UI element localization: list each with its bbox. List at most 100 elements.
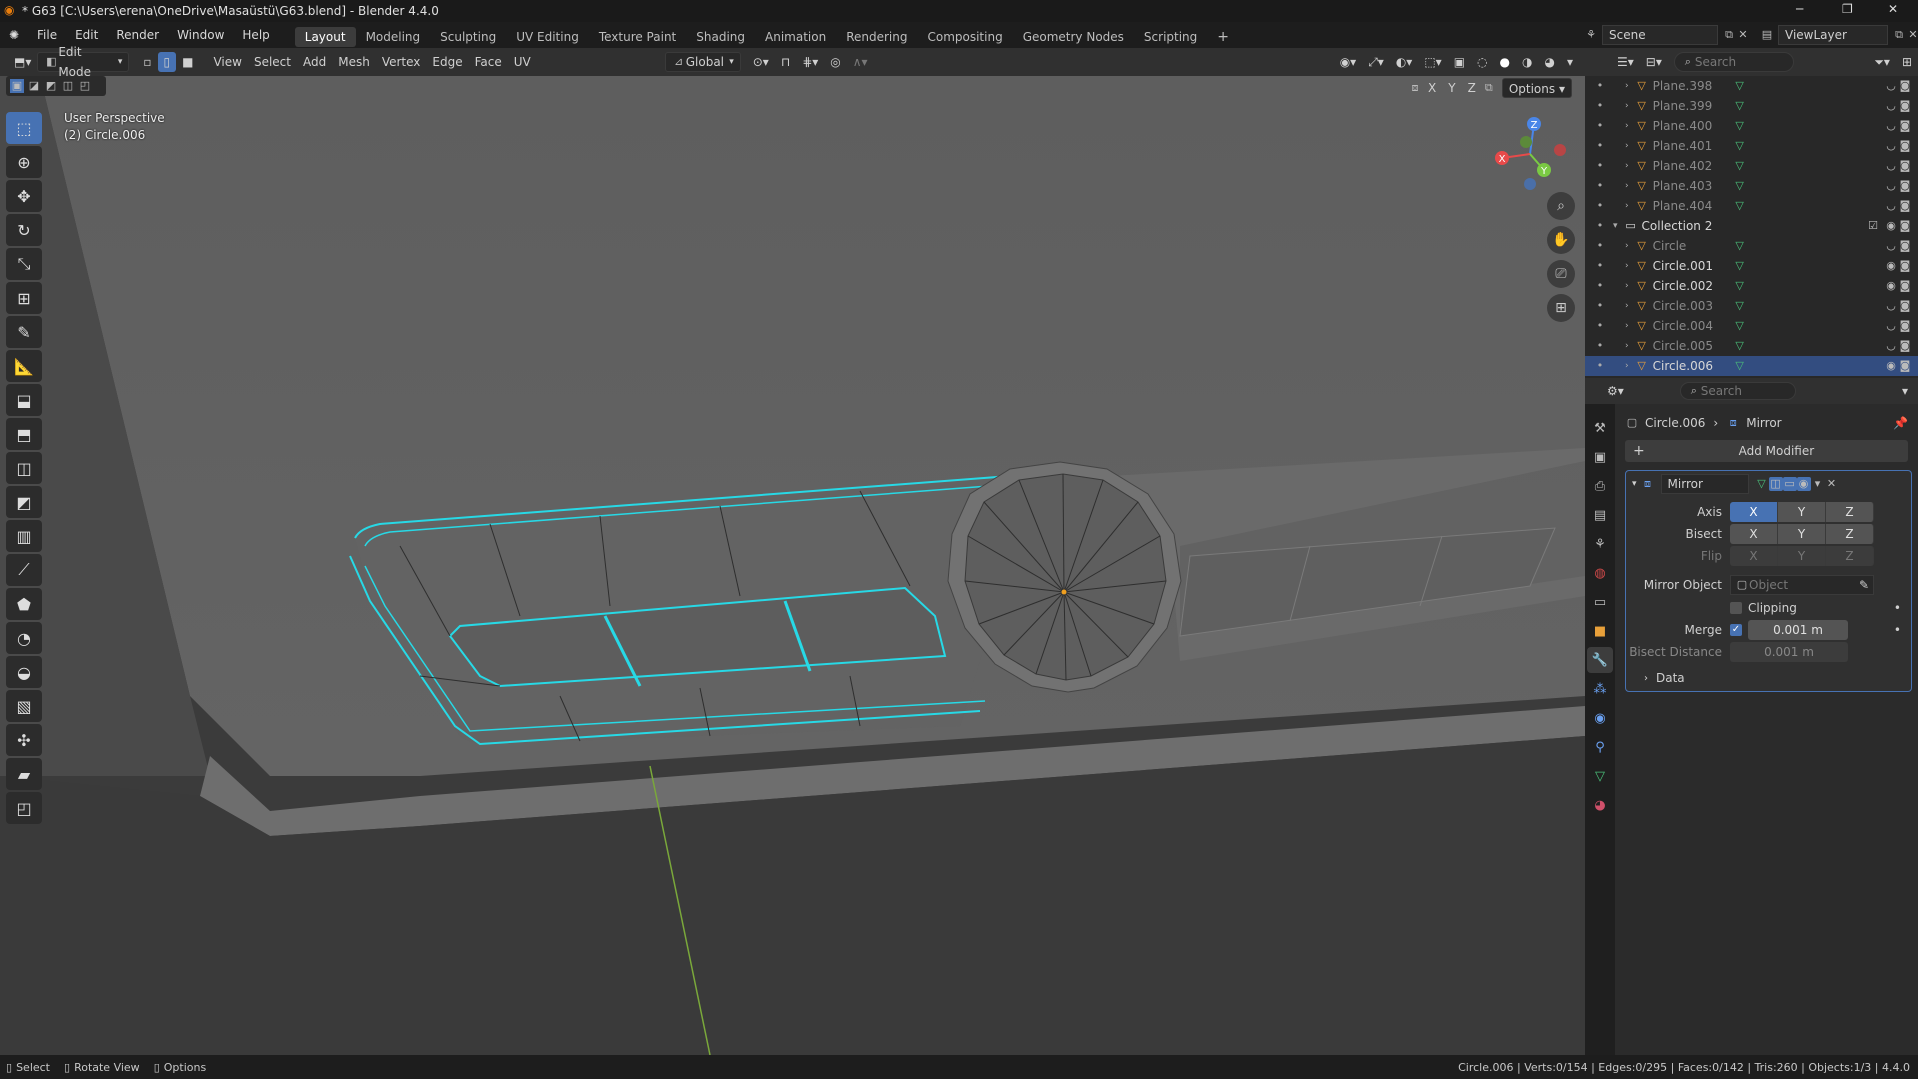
snap-target-icon[interactable]: ⋕▾ bbox=[796, 52, 824, 72]
camera-render-icon[interactable]: ◙ bbox=[1898, 339, 1912, 353]
overlay-toggle-icon[interactable]: ◐▾ bbox=[1390, 52, 1419, 72]
falloff-icon[interactable]: ∧▾ bbox=[847, 52, 874, 72]
new-viewlayer-icon[interactable]: ⧉ bbox=[1892, 28, 1906, 42]
tab-layout[interactable]: Layout bbox=[294, 26, 356, 47]
new-collection-icon[interactable]: ⊞ bbox=[1896, 52, 1918, 72]
add-cube-tool-icon[interactable]: ⬓ bbox=[6, 384, 42, 416]
cursor-tool-icon[interactable]: ⊕ bbox=[6, 146, 42, 178]
camera-render-icon[interactable]: ◙ bbox=[1898, 159, 1912, 173]
bisect-distance-field[interactable]: 0.001 m bbox=[1730, 642, 1848, 662]
blender-menu-icon[interactable]: ✺ bbox=[0, 28, 28, 42]
menu-mesh[interactable]: Mesh bbox=[332, 52, 376, 72]
poly-build-tool-icon[interactable]: ⬟ bbox=[6, 588, 42, 620]
object-tab-icon[interactable]: ■ bbox=[1587, 618, 1613, 644]
output-tab-icon[interactable]: ⎙ bbox=[1587, 473, 1613, 499]
constraints-tab-icon[interactable]: ⚲ bbox=[1587, 734, 1613, 760]
clipping-checkbox[interactable] bbox=[1730, 602, 1742, 614]
display-mode-icon[interactable]: ⊟▾ bbox=[1640, 52, 1668, 72]
menu-view[interactable]: View bbox=[207, 52, 247, 72]
flip-z-toggle[interactable]: Z bbox=[1826, 546, 1874, 566]
expand-chevron-icon[interactable]: ▾ bbox=[1613, 221, 1618, 231]
expand-chevron-icon[interactable]: › bbox=[1625, 181, 1629, 191]
on-cage-toggle-icon[interactable]: ◫ bbox=[1768, 477, 1783, 491]
viewlayer-name[interactable]: ViewLayer bbox=[1778, 25, 1888, 45]
mode-selector[interactable]: ◧ Edit Mode ▾ bbox=[37, 45, 130, 79]
outliner-row[interactable]: • › ▽ Circle ▽ ◡ ◙ bbox=[1585, 236, 1918, 256]
outliner-row[interactable]: • › ▽ Circle.001 ▽ ◉ ◙ bbox=[1585, 256, 1918, 276]
options-button[interactable]: Options ▾ bbox=[1501, 78, 1572, 98]
outliner-row[interactable]: • › ▽ Plane.398 ▽ ◡ ◙ bbox=[1585, 76, 1918, 96]
spin-tool-icon[interactable]: ◔ bbox=[6, 622, 42, 654]
render-tab-icon[interactable]: ▣ bbox=[1587, 444, 1613, 470]
shrink-fatten-tool-icon[interactable]: ✣ bbox=[6, 724, 42, 756]
outliner-row[interactable]: • › ▽ Plane.403 ▽ ◡ ◙ bbox=[1585, 176, 1918, 196]
3d-viewport[interactable]: User Perspective (2) Circle.006 ⧈ X Y Z … bbox=[0, 76, 1585, 1055]
shear-tool-icon[interactable]: ▰ bbox=[6, 758, 42, 790]
maximize-icon[interactable]: ❐ bbox=[1842, 2, 1853, 16]
viewport-toggle-icon[interactable]: ▭ bbox=[1782, 477, 1797, 491]
delete-viewlayer-icon[interactable]: ✕ bbox=[1906, 28, 1918, 42]
data-subpanel[interactable]: › Data bbox=[1626, 667, 1911, 689]
mirror-x-button[interactable]: X bbox=[1422, 78, 1442, 98]
scene-selector[interactable]: ⚘ Scene ⧉ ✕ bbox=[1584, 25, 1750, 45]
eye-icon[interactable]: ◡ bbox=[1884, 199, 1898, 213]
visibility-icon[interactable]: ◉▾ bbox=[1334, 52, 1363, 72]
eye-icon[interactable]: ◡ bbox=[1884, 339, 1898, 353]
expand-chevron-icon[interactable]: › bbox=[1625, 341, 1629, 351]
gizmo-neg-z-icon[interactable] bbox=[1524, 178, 1536, 190]
gizmo-neg-x-icon[interactable] bbox=[1554, 144, 1566, 156]
axis-x-toggle[interactable]: X bbox=[1730, 502, 1778, 522]
axis-z-toggle[interactable]: Z bbox=[1826, 502, 1874, 522]
menu-add[interactable]: Add bbox=[297, 52, 332, 72]
editor-type-icon[interactable]: ⬒▾ bbox=[8, 52, 37, 72]
outliner-row[interactable]: • › ▽ Plane.400 ▽ ◡ ◙ bbox=[1585, 116, 1918, 136]
rotate-tool-icon[interactable]: ↻ bbox=[6, 214, 42, 246]
menu-select[interactable]: Select bbox=[248, 52, 297, 72]
tab-geometry-nodes[interactable]: Geometry Nodes bbox=[1013, 27, 1134, 47]
knife-tool-icon[interactable]: ⟋ bbox=[6, 554, 42, 586]
camera-render-icon[interactable]: ◙ bbox=[1898, 299, 1912, 313]
loop-cut-tool-icon[interactable]: ▥ bbox=[6, 520, 42, 552]
exclude-checkbox-icon[interactable]: ☑ bbox=[1866, 219, 1880, 233]
expand-chevron-icon[interactable]: › bbox=[1625, 361, 1629, 371]
eye-icon[interactable]: ◉ bbox=[1884, 279, 1898, 293]
properties-search[interactable]: ⌕ Search bbox=[1679, 382, 1796, 400]
select-intersect-icon[interactable]: ◰ bbox=[78, 79, 92, 93]
menu-help[interactable]: Help bbox=[233, 22, 278, 48]
transform-tool-icon[interactable]: ⊞ bbox=[6, 282, 42, 314]
wireframe-shading-icon[interactable]: ◌ bbox=[1471, 52, 1493, 72]
modifier-tab-icon[interactable]: 🔧 bbox=[1587, 647, 1613, 673]
expand-chevron-icon[interactable]: › bbox=[1625, 321, 1629, 331]
eye-icon[interactable]: ◡ bbox=[1884, 179, 1898, 193]
edge-select-icon[interactable]: ▯ bbox=[157, 52, 177, 72]
expand-chevron-icon[interactable]: › bbox=[1625, 101, 1629, 111]
add-modifier-button[interactable]: + Add Modifier bbox=[1625, 440, 1908, 462]
remove-modifier-icon[interactable]: ✕ bbox=[1825, 477, 1839, 491]
view-layer-tab-icon[interactable]: ▤ bbox=[1587, 502, 1613, 528]
expand-chevron-icon[interactable]: › bbox=[1625, 121, 1629, 131]
camera-render-icon[interactable]: ◙ bbox=[1898, 239, 1912, 253]
tab-shading[interactable]: Shading bbox=[686, 27, 755, 47]
solid-shading-icon[interactable]: ● bbox=[1494, 52, 1516, 72]
bisect-y-toggle[interactable]: Y bbox=[1778, 524, 1826, 544]
bevel-tool-icon[interactable]: ◩ bbox=[6, 486, 42, 518]
outliner-row[interactable]: • › ▽ Circle.006 ▽ ◉ ◙ bbox=[1585, 356, 1918, 376]
physics-tab-icon[interactable]: ◉ bbox=[1587, 705, 1613, 731]
select-invert-icon[interactable]: ◫ bbox=[61, 79, 75, 93]
expand-chevron-icon[interactable]: › bbox=[1625, 161, 1629, 171]
menu-face[interactable]: Face bbox=[469, 52, 508, 72]
camera-render-icon[interactable]: ◙ bbox=[1898, 259, 1912, 273]
properties-editor-type-icon[interactable]: ⚙▾ bbox=[1601, 381, 1630, 401]
inset-tool-icon[interactable]: ◫ bbox=[6, 452, 42, 484]
flip-y-toggle[interactable]: Y bbox=[1778, 546, 1826, 566]
pan-hand-icon[interactable]: ✋ bbox=[1547, 226, 1575, 254]
close-icon[interactable]: ✕ bbox=[1888, 2, 1898, 16]
scene-name[interactable]: Scene bbox=[1602, 25, 1718, 45]
tab-animation[interactable]: Animation bbox=[755, 27, 836, 47]
mesh-overlay-icon[interactable]: ⬚▾ bbox=[1418, 52, 1447, 72]
auto-mirror-icon[interactable]: ⧈ bbox=[1408, 81, 1422, 95]
outliner-row[interactable]: • › ▽ Plane.402 ▽ ◡ ◙ bbox=[1585, 156, 1918, 176]
flip-x-toggle[interactable]: X bbox=[1730, 546, 1778, 566]
outliner-row[interactable]: • › ▽ Plane.404 ▽ ◡ ◙ bbox=[1585, 196, 1918, 216]
world-tab-icon[interactable]: ◍ bbox=[1587, 560, 1613, 586]
